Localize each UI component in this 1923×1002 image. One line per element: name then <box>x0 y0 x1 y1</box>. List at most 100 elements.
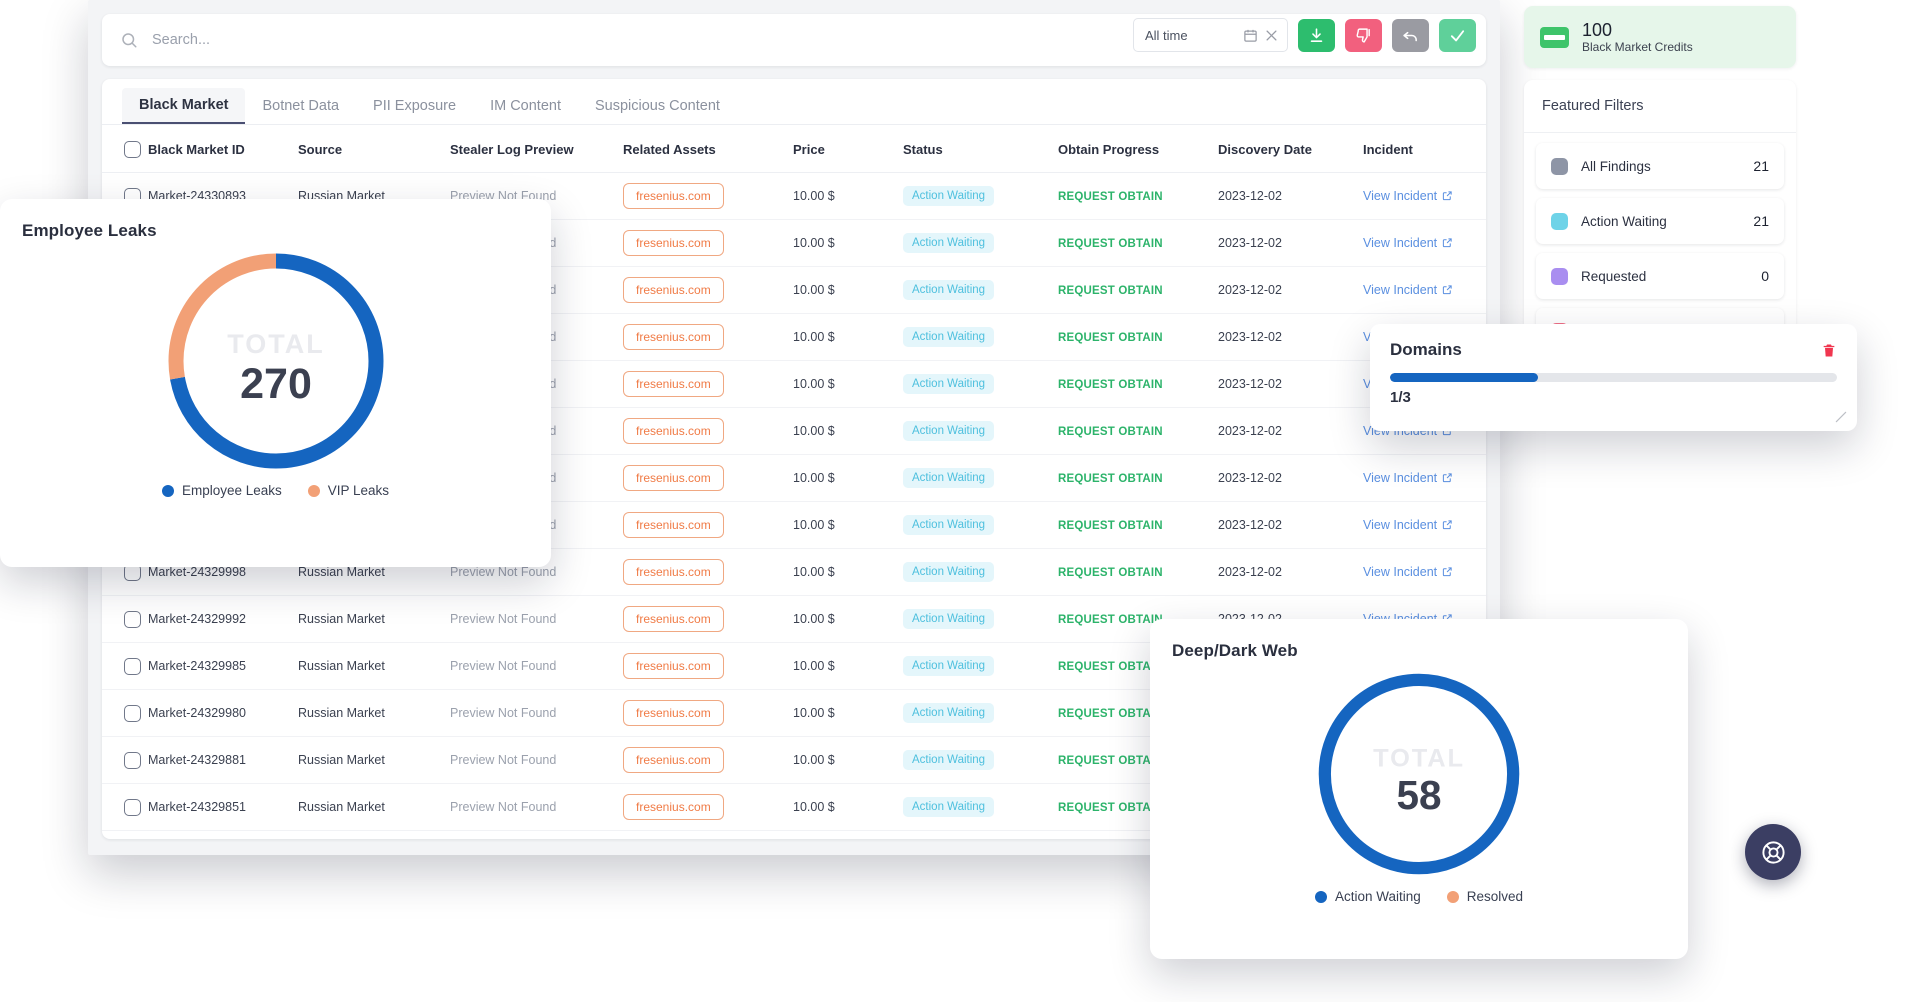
request-obtain-button[interactable]: REQUEST OBTAIN <box>1058 802 1163 814</box>
cell-related-assets: fresenius.com <box>623 502 793 549</box>
filter-count: 0 <box>1761 268 1769 284</box>
external-link-icon[interactable] <box>1442 190 1453 201</box>
row-checkbox[interactable] <box>124 705 141 722</box>
date-range-value[interactable]: All time <box>1145 28 1237 43</box>
row-checkbox[interactable] <box>124 799 141 816</box>
request-obtain-button[interactable]: REQUEST OBTAIN <box>1058 661 1163 673</box>
cell-price: 10.00 $ <box>793 831 903 840</box>
cell-incident: View Incident <box>1363 455 1486 502</box>
cell-price: 10.00 $ <box>793 690 903 737</box>
asset-pill[interactable]: fresenius.com <box>623 324 724 350</box>
row-checkbox[interactable] <box>124 752 141 769</box>
close-icon[interactable] <box>1264 28 1279 43</box>
search-input-placeholder[interactable]: Search... <box>152 32 210 48</box>
cell-status: Action Waiting <box>903 455 1058 502</box>
view-incident-link[interactable]: View Incident <box>1363 565 1437 579</box>
request-obtain-button[interactable]: REQUEST OBTAIN <box>1058 708 1163 720</box>
lifebuoy-icon <box>1760 839 1787 866</box>
view-incident-link[interactable]: View Incident <box>1363 189 1437 203</box>
deep-dark-web-donut: TOTAL 58 Action Waiting Resolved <box>1150 661 1688 904</box>
cell-obtain-progress: REQUEST OBTAIN <box>1058 408 1218 455</box>
cell-related-assets: fresenius.com <box>623 455 793 502</box>
approve-button[interactable] <box>1439 19 1476 52</box>
col-stealer-log-preview: Stealer Log Preview <box>450 125 623 173</box>
request-obtain-button[interactable]: REQUEST OBTAIN <box>1058 426 1163 438</box>
undo-icon <box>1402 27 1419 44</box>
view-incident-link[interactable]: View Incident <box>1363 283 1437 297</box>
request-obtain-button[interactable]: REQUEST OBTAIN <box>1058 379 1163 391</box>
cell-price: 10.00 $ <box>793 502 903 549</box>
request-obtain-button[interactable]: REQUEST OBTAIN <box>1058 332 1163 344</box>
request-obtain-button[interactable]: REQUEST OBTAIN <box>1058 567 1163 579</box>
featured-filter-item[interactable]: Requested0 <box>1536 253 1784 299</box>
external-link-icon[interactable] <box>1442 566 1453 577</box>
cell-related-assets: fresenius.com <box>623 314 793 361</box>
asset-pill[interactable]: fresenius.com <box>623 230 724 256</box>
view-incident-link[interactable]: View Incident <box>1363 471 1437 485</box>
tab-suspicious-content[interactable]: Suspicious Content <box>578 88 737 124</box>
cell-status: Action Waiting <box>903 361 1058 408</box>
request-obtain-button[interactable]: REQUEST OBTAIN <box>1058 520 1163 532</box>
tab-im-content[interactable]: IM Content <box>473 88 578 124</box>
filter-label: Action Waiting <box>1581 214 1740 229</box>
tab-botnet-data[interactable]: Botnet Data <box>245 88 356 124</box>
request-obtain-button[interactable]: REQUEST OBTAIN <box>1058 238 1163 250</box>
screen-root: Search... Black Market Botnet Data PII E… <box>0 0 1923 1002</box>
status-badge: Action Waiting <box>903 468 994 488</box>
asset-pill[interactable]: fresenius.com <box>623 700 724 726</box>
status-badge: Action Waiting <box>903 374 994 394</box>
request-obtain-button[interactable]: REQUEST OBTAIN <box>1058 285 1163 297</box>
external-link-icon[interactable] <box>1442 237 1453 248</box>
legend-label-vip-leaks: VIP Leaks <box>328 483 389 498</box>
asset-pill[interactable]: fresenius.com <box>623 465 724 491</box>
trash-icon[interactable] <box>1821 342 1837 359</box>
cell-related-assets: fresenius.com <box>623 690 793 737</box>
resize-grip-icon[interactable] <box>1834 410 1848 424</box>
col-obtain-progress: Obtain Progress <box>1058 125 1218 173</box>
check-icon <box>1449 27 1466 44</box>
tab-pii-exposure[interactable]: PII Exposure <box>356 88 473 124</box>
featured-filter-item[interactable]: All Findings21 <box>1536 143 1784 189</box>
request-obtain-button[interactable]: REQUEST OBTAIN <box>1058 614 1163 626</box>
tab-black-market[interactable]: Black Market <box>122 88 245 124</box>
date-range-filter[interactable]: All time <box>1133 18 1288 52</box>
asset-pill[interactable]: fresenius.com <box>623 747 724 773</box>
asset-pill[interactable]: fresenius.com <box>623 512 724 538</box>
legend-item-vip-leaks: VIP Leaks <box>308 483 389 498</box>
asset-pill[interactable]: fresenius.com <box>623 183 724 209</box>
col-incident: Incident <box>1363 125 1486 173</box>
calendar-icon[interactable] <box>1243 28 1258 43</box>
view-incident-link[interactable]: View Incident <box>1363 518 1437 532</box>
asset-pill[interactable]: fresenius.com <box>623 559 724 585</box>
deep-dark-web-total-value: 58 <box>1396 772 1441 818</box>
thumbs-down-button[interactable] <box>1345 19 1382 52</box>
legend-item-action-waiting: Action Waiting <box>1315 889 1421 904</box>
cell-related-assets: fresenius.com <box>623 408 793 455</box>
row-checkbox[interactable] <box>124 611 141 628</box>
cell-discovery-date: 2023-12-02 <box>1218 408 1363 455</box>
help-support-button[interactable] <box>1745 824 1801 880</box>
view-incident-link[interactable]: View Incident <box>1363 236 1437 250</box>
filter-color-swatch <box>1551 158 1568 175</box>
request-obtain-button[interactable]: REQUEST OBTAIN <box>1058 755 1163 767</box>
domains-progress-fill <box>1390 373 1538 382</box>
cell-related-assets: fresenius.com <box>623 173 793 220</box>
featured-filter-item[interactable]: Action Waiting21 <box>1536 198 1784 244</box>
asset-pill[interactable]: fresenius.com <box>623 653 724 679</box>
row-checkbox[interactable] <box>124 658 141 675</box>
external-link-icon[interactable] <box>1442 284 1453 295</box>
asset-pill[interactable]: fresenius.com <box>623 277 724 303</box>
request-obtain-button[interactable]: REQUEST OBTAIN <box>1058 473 1163 485</box>
select-all-checkbox[interactable] <box>124 141 141 158</box>
request-obtain-button[interactable]: REQUEST OBTAIN <box>1058 191 1163 203</box>
undo-button[interactable] <box>1392 19 1429 52</box>
asset-pill[interactable]: fresenius.com <box>623 418 724 444</box>
external-link-icon[interactable] <box>1442 472 1453 483</box>
download-button[interactable] <box>1298 19 1335 52</box>
asset-pill[interactable]: fresenius.com <box>623 794 724 820</box>
asset-pill[interactable]: fresenius.com <box>623 371 724 397</box>
cell-source: Russian Market <box>298 596 450 643</box>
download-icon <box>1308 27 1325 44</box>
external-link-icon[interactable] <box>1442 519 1453 530</box>
asset-pill[interactable]: fresenius.com <box>623 606 724 632</box>
